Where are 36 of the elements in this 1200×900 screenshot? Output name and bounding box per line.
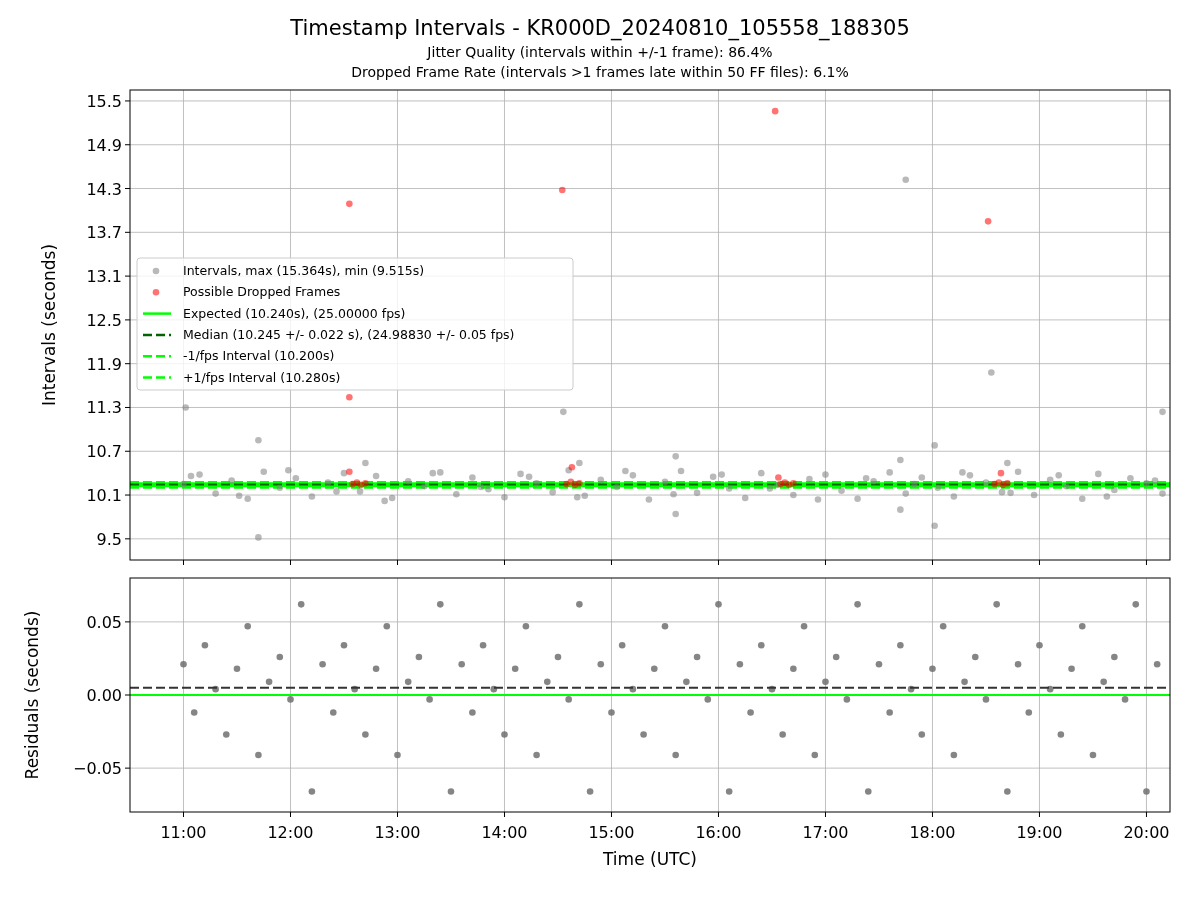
axis-label: Intervals (seconds) [39,243,59,407]
legend-label: Possible Dropped Frames [183,284,341,300]
tick-label: 12.5 [86,310,122,330]
legend-label: Expected (10.240s), (25.00000 fps) [183,305,406,321]
legend-label: +1/fps Interval (10.280s) [183,369,341,385]
tick-label: 13.7 [86,223,122,243]
legend-label: Median (10.245 +/- 0.022 s), (24.98830 +/- 0.05 fps) [183,326,515,342]
tick-label: 15.5 [86,91,122,111]
tick-label: 17:00 [802,823,849,842]
legend-label: Intervals, max (15.364s), min (9.515s) [183,263,425,278]
tick-label: 11.3 [86,398,122,418]
chart-subtitle: Jitter Quality (intervals within +/-1 frame): 86.4% [427,43,773,62]
tick-label: 11:00 [160,823,207,842]
axis-label: Residuals (seconds) [22,610,42,780]
tick-label: 14.9 [86,135,122,155]
tick-label: −0.05 [72,759,122,779]
tick-label: 13:00 [374,823,421,842]
tick-label: 9.5 [96,529,122,549]
tick-label: 10.1 [86,486,122,506]
legend-label: -1/fps Interval (10.200s) [183,348,335,364]
axis-label: Time (UTC) [603,849,697,869]
tick-label: 14.3 [86,179,122,199]
tick-label: 11.9 [86,354,122,374]
tick-label: 14:00 [481,823,528,842]
tick-label: 20:00 [1123,823,1170,842]
tick-label: 15:00 [588,823,635,842]
chart-title: Timestamp Intervals - KR000D_20240810_105558_188305 [290,15,910,42]
chart-subtitle: Dropped Frame Rate (intervals >1 frames late within 50 FF files): 6.1% [351,63,849,82]
tick-label: 18:00 [909,823,956,842]
tick-label: 12:00 [267,823,314,842]
tick-label: 10.7 [86,442,122,462]
tick-label: 13.1 [86,267,122,287]
tick-label: 16:00 [695,823,742,842]
tick-label: 0.00 [86,686,122,705]
tick-label: 0.05 [86,612,122,632]
tick-label: 19:00 [1016,823,1063,842]
